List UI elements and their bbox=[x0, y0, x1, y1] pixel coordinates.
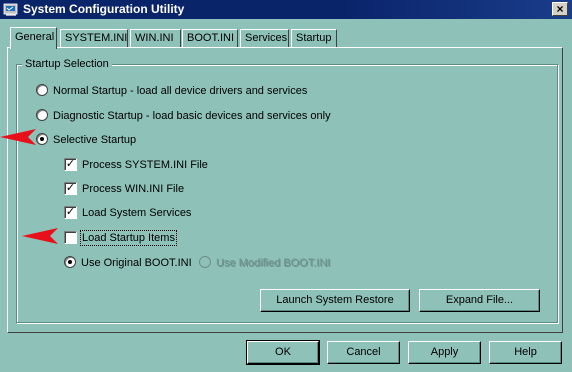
tab-startup[interactable]: Startup bbox=[291, 29, 337, 48]
msconfig-app-icon bbox=[3, 3, 18, 16]
ok-button[interactable]: OK bbox=[246, 340, 320, 365]
window-title: System Configuration Utility bbox=[23, 2, 185, 16]
use-original-boot-ini-label: Use Original BOOT.INI bbox=[81, 257, 192, 270]
load-startup-items-checkbox[interactable]: Load Startup Items bbox=[64, 230, 177, 247]
radio-button-icon bbox=[36, 109, 48, 122]
use-modified-boot-ini-label: Use Modified BOOT.INI bbox=[216, 257, 331, 270]
ok-label: OK bbox=[275, 346, 291, 358]
checkmark-icon: ✓ bbox=[64, 205, 77, 219]
use-modified-boot-ini-radio: Use Modified BOOT.INI bbox=[199, 255, 330, 271]
radio-button-selected-icon bbox=[36, 133, 48, 146]
tab-boot-ini[interactable]: BOOT.INI bbox=[182, 29, 238, 48]
normal-startup-label: Normal Startup - load all device drivers… bbox=[53, 85, 308, 98]
launch-system-restore-button[interactable]: Launch System Restore bbox=[260, 289, 410, 312]
title-bar: System Configuration Utility × bbox=[0, 0, 572, 19]
expand-file-label: Expand File... bbox=[445, 294, 514, 306]
process-system-ini-checkbox[interactable]: ✓ Process SYSTEM.INI File bbox=[64, 157, 208, 173]
use-original-boot-ini-radio[interactable]: Use Original BOOT.INI bbox=[64, 255, 192, 271]
process-win-ini-checkbox[interactable]: ✓ Process WIN.INI File bbox=[64, 181, 184, 197]
cancel-button[interactable]: Cancel bbox=[327, 341, 400, 364]
radio-button-selected-icon bbox=[64, 256, 76, 269]
launch-system-restore-label: Launch System Restore bbox=[276, 294, 394, 306]
tab-win-ini[interactable]: WIN.INI bbox=[130, 29, 181, 48]
annotation-arrow-icon bbox=[0, 129, 36, 145]
startup-selection-legend: Startup Selection bbox=[22, 57, 112, 71]
tab-system-ini-label: SYSTEM.INI bbox=[65, 32, 128, 44]
tab-startup-label: Startup bbox=[296, 32, 332, 44]
tab-boot-ini-label: BOOT.INI bbox=[187, 32, 235, 44]
diagnostic-startup-label: Diagnostic Startup - load basic devices … bbox=[53, 110, 331, 123]
checkmark-icon: ✓ bbox=[64, 181, 77, 195]
annotation-arrow-icon bbox=[22, 228, 58, 244]
radio-button-icon bbox=[36, 84, 48, 97]
close-icon: × bbox=[556, 2, 564, 16]
load-system-services-label: Load System Services bbox=[82, 207, 192, 220]
expand-file-button[interactable]: Expand File... bbox=[419, 289, 540, 312]
close-button[interactable]: × bbox=[552, 2, 568, 16]
radio-button-disabled-icon bbox=[199, 256, 211, 269]
help-label: Help bbox=[514, 346, 537, 358]
apply-button[interactable]: Apply bbox=[408, 341, 481, 364]
process-system-ini-label: Process SYSTEM.INI File bbox=[82, 159, 208, 172]
tab-general-label: General bbox=[15, 31, 55, 43]
startup-selection-group: Startup Selection Normal Startup - load … bbox=[16, 57, 558, 323]
apply-label: Apply bbox=[430, 346, 459, 358]
load-startup-items-label: Load Startup Items bbox=[80, 230, 177, 247]
selective-startup-radio[interactable]: Selective Startup bbox=[36, 132, 136, 148]
checkbox-empty-icon bbox=[64, 230, 77, 244]
tab-services-label: Services bbox=[245, 32, 288, 44]
tab-win-ini-label: WIN.INI bbox=[135, 32, 174, 44]
general-tab-panel: Startup Selection Normal Startup - load … bbox=[7, 47, 563, 333]
tab-general[interactable]: General bbox=[10, 27, 57, 49]
normal-startup-radio[interactable]: Normal Startup - load all device drivers… bbox=[36, 83, 307, 99]
cancel-label: Cancel bbox=[346, 346, 381, 358]
process-win-ini-label: Process WIN.INI File bbox=[82, 183, 185, 196]
diagnostic-startup-radio[interactable]: Diagnostic Startup - load basic devices … bbox=[36, 108, 331, 124]
load-system-services-checkbox[interactable]: ✓ Load System Services bbox=[64, 205, 191, 221]
tab-system-ini[interactable]: SYSTEM.INI bbox=[60, 29, 128, 48]
help-button[interactable]: Help bbox=[489, 341, 562, 364]
selective-startup-label: Selective Startup bbox=[53, 134, 137, 147]
checkmark-icon: ✓ bbox=[64, 157, 77, 171]
tab-services[interactable]: Services bbox=[240, 29, 289, 48]
